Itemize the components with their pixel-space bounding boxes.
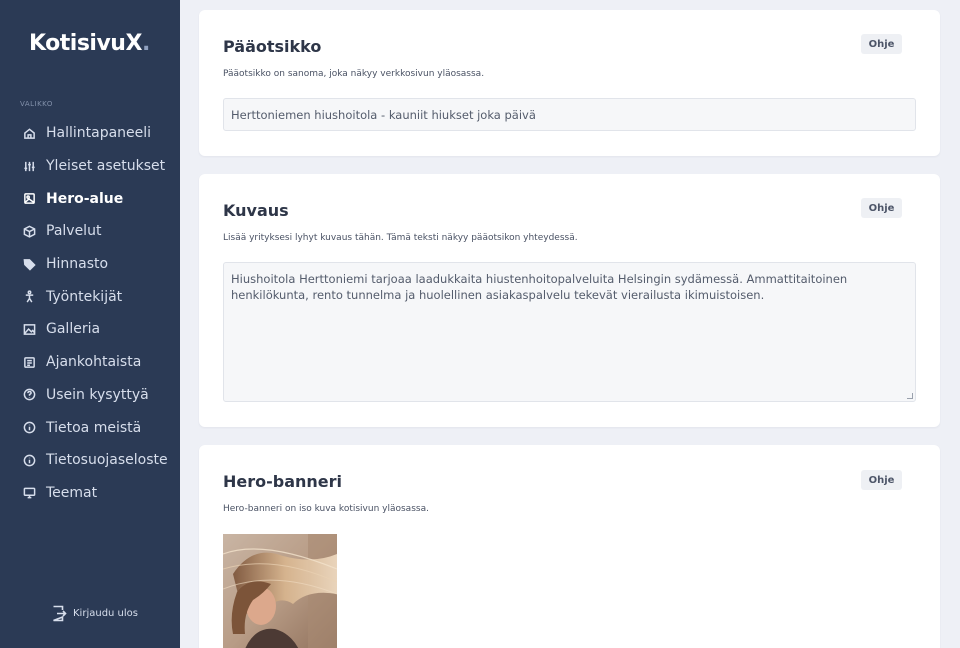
card-description: Lisää yrityksesi lyhyt kuvaus tähän. Täm… bbox=[223, 233, 578, 243]
logo-text: KotisivuX bbox=[29, 31, 142, 56]
headline-card: Pääotsikko Ohje Pääotsikko on sanoma, jo… bbox=[199, 10, 940, 156]
sidebar-item-hallintapaneeli[interactable]: Hallintapaneeli bbox=[0, 117, 180, 150]
person-icon bbox=[22, 290, 36, 304]
box-icon bbox=[22, 224, 36, 238]
logo[interactable]: KotisivuX. bbox=[29, 31, 150, 56]
description-card: Kuvaus Ohje Lisää yrityksesi lyhyt kuvau… bbox=[199, 174, 940, 427]
sidebar-item-palvelut[interactable]: Palvelut bbox=[0, 215, 180, 248]
sidebar-item-label: Ajankohtaista bbox=[46, 354, 142, 371]
gallery-icon bbox=[22, 322, 36, 336]
hero-banner-card: Hero-banneri Ohje Hero-banneri on iso ku… bbox=[199, 445, 940, 648]
headline-input[interactable]: Herttoniemen hiushoitola - kauniit hiuks… bbox=[223, 98, 916, 131]
sidebar-item-hinnasto[interactable]: Hinnasto bbox=[0, 248, 180, 281]
sidebar-item-hero-alue[interactable]: Hero-alue bbox=[0, 182, 180, 215]
sidebar-item-usein-kysyttya[interactable]: Usein kysyttyä bbox=[0, 379, 180, 412]
info-icon bbox=[22, 453, 36, 467]
info-icon bbox=[22, 421, 36, 435]
logout-label: Kirjaudu ulos bbox=[73, 608, 138, 619]
sidebar-item-teemat[interactable]: Teemat bbox=[0, 477, 180, 510]
sidebar-item-label: Palvelut bbox=[46, 223, 102, 240]
description-text: Hiushoitola Herttoniemi tarjoaa laadukka… bbox=[231, 272, 848, 302]
description-textarea[interactable]: Hiushoitola Herttoniemi tarjoaa laadukka… bbox=[223, 262, 916, 402]
help-button[interactable]: Ohje bbox=[861, 34, 902, 54]
sidebar-item-yleiset-asetukset[interactable]: Yleiset asetukset bbox=[0, 150, 180, 183]
card-title: Pääotsikko bbox=[223, 37, 322, 56]
sidebar-item-tietosuojaseloste[interactable]: Tietosuojaseloste bbox=[0, 444, 180, 477]
card-title: Kuvaus bbox=[223, 201, 289, 220]
sidebar-item-label: Yleiset asetukset bbox=[46, 158, 166, 175]
monitor-icon bbox=[22, 486, 36, 500]
sidebar-item-galleria[interactable]: Galleria bbox=[0, 313, 180, 346]
question-icon bbox=[22, 388, 36, 402]
image-icon bbox=[22, 192, 36, 206]
sidebar-item-label: Hero-alue bbox=[46, 190, 124, 207]
logout-icon bbox=[53, 605, 67, 622]
tag-icon bbox=[22, 257, 36, 271]
sidebar-section-label: VALIKKO bbox=[20, 100, 53, 108]
logo-dot: . bbox=[141, 31, 150, 56]
sliders-icon bbox=[22, 159, 36, 173]
sidebar-item-label: Galleria bbox=[46, 321, 101, 338]
logout-button[interactable]: Kirjaudu ulos bbox=[52, 605, 138, 622]
sidebar: KotisivuX. VALIKKO Hallintapaneeli Yleis… bbox=[0, 0, 180, 648]
card-description: Pääotsikko on sanoma, joka näkyy verkkos… bbox=[223, 69, 485, 79]
sidebar-item-label: Teemat bbox=[46, 484, 98, 501]
sidebar-item-label: Tietoa meistä bbox=[46, 419, 142, 436]
sidebar-item-tietoa-meista[interactable]: Tietoa meistä bbox=[0, 411, 180, 444]
sidebar-item-label: Hinnasto bbox=[46, 256, 109, 273]
home-icon bbox=[22, 126, 36, 140]
card-title: Hero-banneri bbox=[223, 472, 343, 491]
sidebar-item-label: Tietosuojaseloste bbox=[46, 452, 168, 469]
sidebar-item-ajankohtaista[interactable]: Ajankohtaista bbox=[0, 346, 180, 379]
hero-banner-image[interactable] bbox=[223, 534, 337, 648]
sidebar-nav: Hallintapaneeli Yleiset asetukset Hero-a… bbox=[0, 117, 180, 509]
resize-handle[interactable] bbox=[907, 393, 913, 399]
sidebar-item-label: Usein kysyttyä bbox=[46, 386, 149, 403]
sidebar-item-tyontekijat[interactable]: Työntekijät bbox=[0, 280, 180, 313]
sidebar-item-label: Hallintapaneeli bbox=[46, 125, 152, 142]
news-icon bbox=[22, 355, 36, 369]
help-button[interactable]: Ohje bbox=[861, 198, 902, 218]
card-description: Hero-banneri on iso kuva kotisivun yläos… bbox=[223, 504, 429, 514]
sidebar-item-label: Työntekijät bbox=[46, 288, 123, 305]
help-button[interactable]: Ohje bbox=[861, 470, 902, 490]
